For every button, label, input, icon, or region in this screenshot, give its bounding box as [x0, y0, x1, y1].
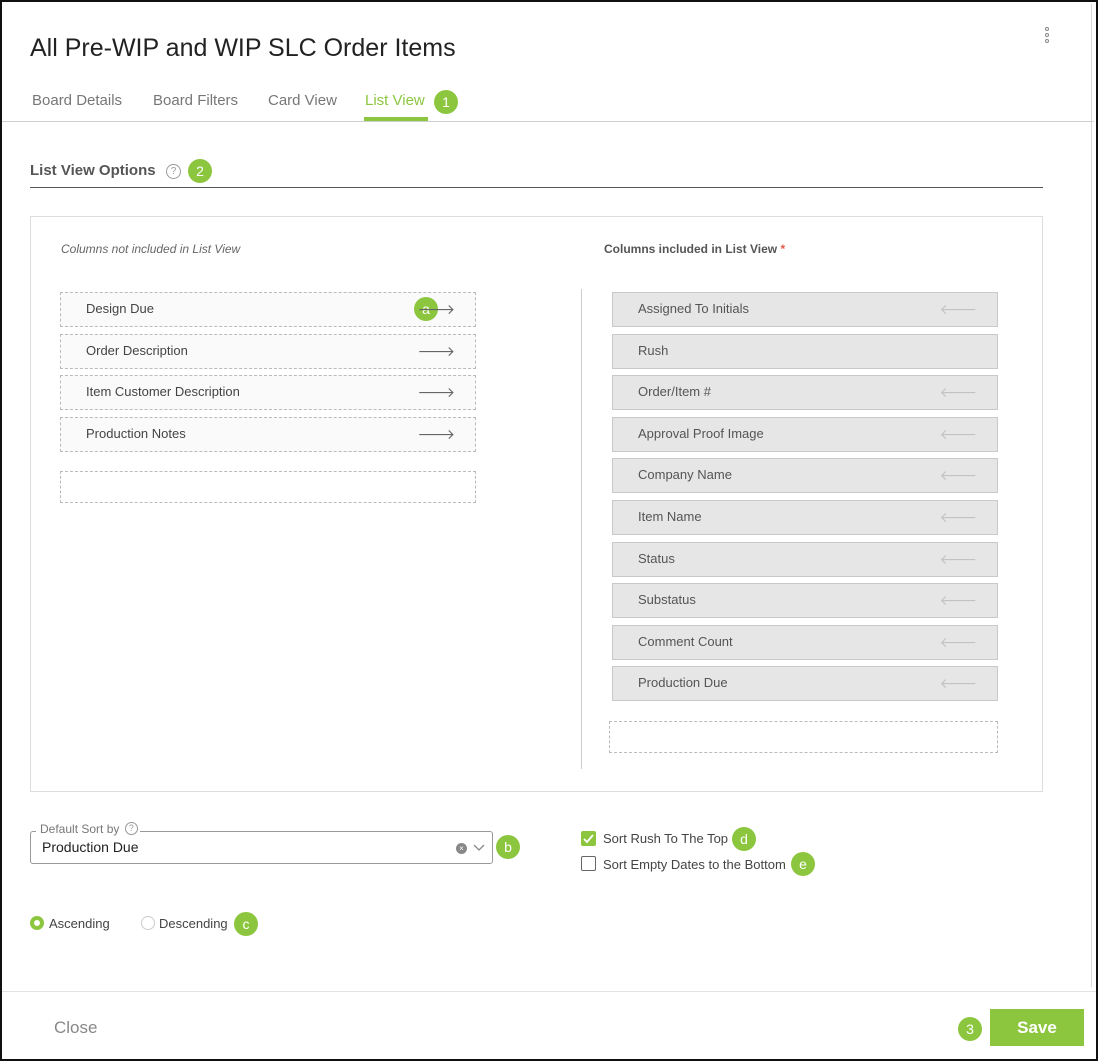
descending-label: Descending: [159, 916, 228, 931]
callout-badge-c: c: [234, 912, 258, 936]
active-tab-indicator: [364, 117, 428, 121]
tab-card-view[interactable]: Card View: [268, 92, 337, 109]
column-label: Substatus: [638, 592, 696, 607]
included-column-item[interactable]: Company Name 🡐: [612, 458, 998, 493]
callout-badge-d: d: [732, 827, 756, 851]
included-columns-heading: Columns included in List View *: [604, 242, 785, 256]
chevron-down-icon[interactable]: [472, 840, 486, 854]
column-label: Order Description: [86, 343, 188, 358]
callout-badge-3: 3: [958, 1017, 982, 1041]
included-column-item[interactable]: Assigned To Initials 🡐: [612, 292, 998, 327]
arrow-left-icon[interactable]: 🡐: [939, 509, 977, 526]
kebab-vertical-icon[interactable]: [1042, 26, 1054, 46]
footer-divider: [2, 991, 1096, 992]
included-column-item[interactable]: Order/Item # 🡐: [612, 375, 998, 410]
column-label: Item Name: [638, 509, 702, 524]
dialog-title: All Pre-WIP and WIP SLC Order Items: [30, 34, 456, 62]
excluded-column-item[interactable]: Design Due a 🡒: [60, 292, 476, 327]
arrow-right-icon[interactable]: 🡒: [417, 426, 455, 443]
included-column-item[interactable]: Status 🡐: [612, 542, 998, 577]
close-button[interactable]: Close: [54, 1018, 97, 1038]
column-label: Rush: [638, 343, 669, 358]
callout-badge-2: 2: [188, 159, 212, 183]
arrow-left-icon[interactable]: 🡐: [939, 301, 977, 318]
included-column-item[interactable]: Rush: [612, 334, 998, 369]
callout-badge-b: b: [496, 835, 520, 859]
sort-rush-label: Sort Rush To The Top: [603, 831, 729, 846]
sort-value: Production Due: [42, 839, 139, 855]
column-label: Item Customer Description: [86, 384, 240, 399]
column-label: Production Notes: [86, 426, 186, 441]
arrow-left-icon[interactable]: 🡐: [939, 551, 977, 568]
default-sort-label: Default Sort by ?: [36, 822, 140, 837]
arrow-left-icon[interactable]: 🡐: [939, 634, 977, 651]
included-column-item[interactable]: Approval Proof Image 🡐: [612, 417, 998, 452]
sort-label-text: Default Sort by: [40, 822, 120, 836]
callout-badge-e: e: [791, 852, 815, 876]
arrow-right-icon[interactable]: 🡒: [417, 301, 455, 318]
dialog-edge: [1091, 4, 1092, 987]
sort-empty-dates-checkbox[interactable]: [581, 856, 596, 871]
arrow-left-icon[interactable]: 🡐: [939, 592, 977, 609]
column-label: Comment Count: [638, 634, 733, 649]
sort-empty-dates-label: Sort Empty Dates to the Bottom: [603, 857, 786, 872]
column-label: Order/Item #: [638, 384, 711, 399]
excluded-column-item[interactable]: Item Customer Description 🡒: [60, 375, 476, 410]
included-drop-zone[interactable]: [609, 721, 998, 753]
column-label: Design Due: [86, 301, 154, 316]
dialog: All Pre-WIP and WIP SLC Order Items Boar…: [0, 0, 1098, 1061]
excluded-column-item[interactable]: Production Notes 🡒: [60, 417, 476, 452]
arrow-left-icon[interactable]: 🡐: [939, 467, 977, 484]
columns-divider: [581, 289, 582, 769]
ascending-label: Ascending: [49, 916, 110, 931]
columns-panel: Columns not included in List View Column…: [30, 216, 1043, 792]
section-divider: [30, 187, 1043, 188]
question-circle-icon[interactable]: ?: [124, 822, 138, 835]
arrow-right-icon[interactable]: 🡒: [417, 343, 455, 360]
column-label: Production Due: [638, 675, 728, 690]
descending-radio[interactable]: [141, 916, 155, 930]
excluded-columns-heading: Columns not included in List View: [61, 242, 241, 256]
sort-rush-checkbox[interactable]: [581, 831, 596, 846]
included-column-item[interactable]: Item Name 🡐: [612, 500, 998, 535]
section-title: List View Options: [30, 162, 156, 179]
checkmark-icon: [583, 834, 594, 844]
column-label: Assigned To Initials: [638, 301, 750, 316]
tab-bar: Board Details Board Filters Card View Li…: [2, 86, 1094, 122]
excluded-drop-zone[interactable]: [60, 471, 476, 503]
included-column-item[interactable]: Comment Count 🡐: [612, 625, 998, 660]
column-label: Company Name: [638, 467, 732, 482]
tab-board-filters[interactable]: Board Filters: [153, 92, 238, 109]
arrow-left-icon[interactable]: 🡐: [939, 675, 977, 692]
callout-badge-1: 1: [434, 90, 458, 114]
tab-list-view[interactable]: List View: [365, 92, 425, 109]
included-column-item[interactable]: Production Due 🡐: [612, 666, 998, 701]
excluded-column-item[interactable]: Order Description 🡒: [60, 334, 476, 369]
required-mark: *: [780, 242, 786, 256]
save-button[interactable]: Save: [990, 1009, 1084, 1046]
question-circle-icon[interactable]: ?: [166, 164, 181, 179]
included-heading-text: Columns included in List View: [604, 242, 778, 256]
included-column-item[interactable]: Substatus 🡐: [612, 583, 998, 618]
arrow-left-icon[interactable]: 🡐: [939, 426, 977, 443]
ascending-radio[interactable]: [30, 916, 44, 930]
clear-icon[interactable]: ×: [456, 843, 467, 854]
arrow-right-icon[interactable]: 🡒: [417, 384, 455, 401]
tab-board-details[interactable]: Board Details: [32, 92, 122, 109]
arrow-left-icon[interactable]: 🡐: [939, 384, 977, 401]
column-label: Status: [638, 551, 675, 566]
column-label: Approval Proof Image: [638, 426, 764, 441]
